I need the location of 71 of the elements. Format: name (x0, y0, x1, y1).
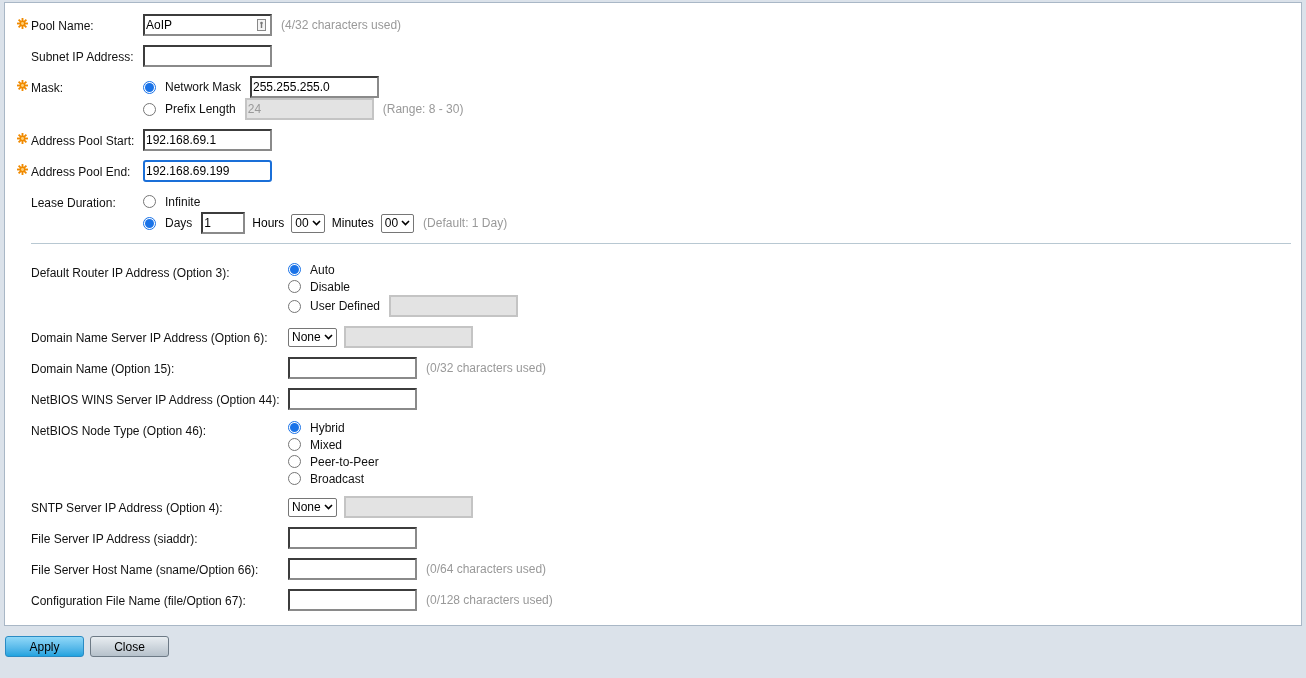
text-field[interactable]: AoIP (143, 14, 272, 36)
radio-button[interactable] (143, 102, 156, 116)
key-icon (257, 19, 266, 31)
apply-button[interactable]: Apply (5, 636, 84, 657)
hint-text: (0/128 characters used) (426, 593, 553, 607)
radio-button[interactable] (143, 195, 156, 208)
field-label: Mask: (31, 81, 63, 95)
radio-label: Prefix Length (165, 102, 236, 116)
close-button[interactable]: Close (90, 636, 169, 657)
dropdown[interactable]: 00 (380, 213, 415, 233)
text-field[interactable] (288, 589, 417, 611)
text-field[interactable] (288, 388, 417, 410)
required-icon (17, 164, 28, 175)
radio-button[interactable] (288, 299, 301, 313)
radio-button[interactable] (288, 421, 301, 434)
radio-label: Infinite (165, 194, 201, 209)
text-field[interactable] (288, 558, 417, 580)
text-field[interactable] (143, 45, 272, 67)
dropdown[interactable]: 00 (291, 213, 325, 233)
field-label: Hours (252, 216, 285, 230)
radio-button[interactable] (288, 455, 301, 468)
hint-text: (0/64 characters used) (426, 562, 547, 576)
text-field[interactable]: 1 (201, 212, 246, 234)
required-icon (17, 80, 28, 91)
radio-label: Peer-to-Peer (310, 454, 379, 469)
field-label: NetBIOS WINS Server IP Address (Option 44): (31, 393, 280, 407)
field-label: Domain Name Server IP Address (Option 6): (31, 331, 268, 345)
radio-button[interactable] (288, 280, 301, 293)
hint-text: (Range: 8 - 30) (382, 102, 464, 116)
text-field[interactable] (288, 527, 417, 549)
radio-button[interactable] (288, 472, 301, 485)
hint-text: (Default: 1 Day) (423, 216, 508, 230)
required-icon (17, 133, 28, 144)
text-field[interactable]: 255.255.255.0 (250, 76, 379, 98)
text-field[interactable]: 192.168.69.1 (143, 129, 272, 151)
radio-label: Broadcast (310, 471, 365, 486)
field-label: File Server Host Name (sname/Option 66): (31, 563, 259, 577)
radio-button[interactable] (288, 263, 301, 276)
radio-label: Network Mask (165, 80, 241, 94)
text-field[interactable] (288, 357, 417, 379)
radio-label: User Defined (310, 299, 381, 313)
field-label: NetBIOS Node Type (Option 46): (31, 424, 207, 438)
dropdown[interactable]: None (288, 327, 337, 347)
field-label: Lease Duration: (31, 196, 116, 210)
radio-button[interactable] (288, 438, 301, 451)
radio-label: Hybrid (310, 420, 345, 435)
dropdown[interactable]: None (288, 497, 337, 517)
field-label: SNTP Server IP Address (Option 4): (31, 501, 223, 515)
field-label: Default Router IP Address (Option 3): (31, 266, 230, 280)
field-label: Configuration File Name (file/Option 67): (31, 594, 246, 608)
field-label: Address Pool Start: (31, 134, 135, 148)
radio-button[interactable] (143, 216, 156, 230)
field-label: Address Pool End: (31, 165, 131, 179)
radio-label: Disable (310, 279, 351, 294)
required-icon (17, 18, 28, 29)
radio-label: Auto (310, 262, 335, 277)
chevron-icon (401, 220, 411, 226)
field-label: Subnet IP Address: (31, 50, 134, 64)
chevron-icon (311, 220, 321, 226)
chevron-icon (323, 334, 333, 340)
field-label: Pool Name: (31, 19, 94, 33)
hint-text: (4/32 characters used) (281, 18, 402, 32)
field-label: File Server IP Address (siaddr): (31, 532, 198, 546)
radio-label: Mixed (310, 437, 342, 452)
hint-text: (0/32 characters used) (426, 361, 547, 375)
radio-label: Days (165, 216, 193, 230)
text-field[interactable]: 192.168.69.199 (143, 160, 272, 182)
chevron-icon (323, 504, 333, 510)
field-label: Domain Name (Option 15): (31, 362, 175, 376)
field-label: Minutes (331, 216, 374, 230)
radio-button[interactable] (143, 80, 156, 94)
